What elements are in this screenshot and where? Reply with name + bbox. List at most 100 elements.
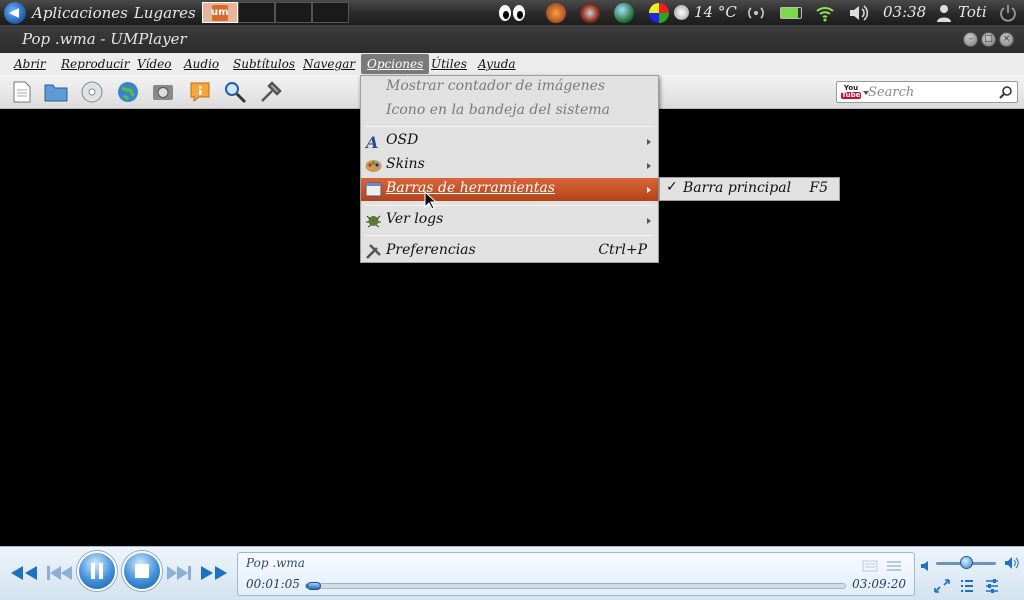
file-icon[interactable]: [10, 80, 34, 104]
menu-abrir[interactable]: Abrir: [14, 57, 46, 71]
opciones-dropdown: Mostrar contador de imágenes Icono en la…: [360, 75, 659, 263]
stop-icon: [135, 564, 149, 578]
menu-subtitulos[interactable]: Subtítulos: [233, 57, 295, 71]
menu-item-barras-herramientas[interactable]: Barras de herramientas: [361, 178, 658, 201]
menu-opciones[interactable]: Opciones: [361, 54, 430, 74]
menu-item-label: OSD: [386, 132, 419, 148]
stop-button[interactable]: [122, 551, 162, 591]
equalizer-icon[interactable]: [985, 578, 999, 597]
rewind-icon[interactable]: [10, 565, 38, 585]
window-title: Pop .wma - UMPlayer: [22, 30, 187, 48]
maximize-button[interactable]: □: [981, 32, 996, 47]
next-icon[interactable]: [166, 565, 192, 585]
volume-icon[interactable]: [848, 3, 869, 23]
clock[interactable]: 03:38: [883, 3, 926, 21]
equalizer-mini-icon[interactable]: [886, 557, 902, 576]
user-name[interactable]: Toti: [958, 3, 987, 21]
minimize-button[interactable]: –: [963, 32, 978, 47]
submenu-arrow-icon: [647, 163, 651, 169]
screenshot-icon[interactable]: [151, 80, 175, 104]
places-menu[interactable]: Lugares: [134, 4, 196, 22]
youtube-logo[interactable]: You Tube: [841, 85, 861, 100]
menu-separator: [365, 126, 654, 127]
menu-utiles[interactable]: Útiles: [431, 57, 467, 71]
mute-icon[interactable]: [920, 557, 930, 576]
menubar: Abrir Reproducir Vídeo Audio Subtítulos …: [0, 53, 1024, 75]
info-icon[interactable]: [188, 80, 212, 104]
menu-item-icono-bandeja[interactable]: Icono en la bandeja del sistema: [361, 100, 658, 123]
applications-menu[interactable]: Aplicaciones: [32, 4, 128, 22]
mouse-cursor-icon: [424, 190, 438, 215]
pause-button[interactable]: [77, 551, 117, 591]
volume-max-icon[interactable]: [1004, 555, 1020, 574]
menu-navegar[interactable]: Navegar: [303, 57, 355, 71]
menu-video[interactable]: Vídeo: [137, 57, 172, 71]
temperature[interactable]: 14 °C: [694, 3, 737, 21]
zoom-icon[interactable]: [223, 80, 247, 104]
volume-handle[interactable]: [960, 556, 973, 569]
svg-text:A: A: [365, 133, 378, 150]
menu-reproducir[interactable]: Reproducir: [61, 57, 129, 71]
previous-icon[interactable]: [46, 565, 72, 585]
window-titlebar[interactable]: Pop .wma - UMPlayer – □ ×: [0, 25, 1024, 53]
menu-audio[interactable]: Audio: [184, 57, 219, 71]
status-panel: Pop .wma 00:01:05 03:09:20: [237, 552, 915, 596]
eyes-icon[interactable]: [498, 3, 525, 23]
flame-applet-icon[interactable]: [546, 3, 566, 23]
barras-submenu: ✓ Barra principal F5: [659, 177, 840, 201]
weather-icon[interactable]: [674, 5, 689, 20]
submenu-item-barra-principal[interactable]: Barra principal: [683, 180, 791, 196]
workspace-3[interactable]: [274, 2, 312, 23]
seek-handle[interactable]: [307, 582, 322, 590]
umplayer-task-button[interactable]: um: [201, 2, 238, 23]
track-title: Pop .wma: [246, 556, 305, 570]
workspace-4[interactable]: [311, 2, 349, 23]
close-button[interactable]: ×: [999, 32, 1014, 47]
search-icon[interactable]: [999, 85, 1013, 104]
submenu-arrow-icon: [647, 187, 651, 193]
wireless-icon[interactable]: [746, 3, 766, 23]
menu-ayuda[interactable]: Ayuda: [478, 57, 516, 71]
menu-item-label: Skins: [386, 156, 425, 172]
submenu-arrow-icon: [647, 139, 651, 145]
menu-item-label: Icono en la bandeja del sistema: [386, 102, 610, 118]
menu-item-preferencias[interactable]: Preferencias Ctrl+P: [361, 240, 658, 263]
globe-icon[interactable]: [116, 80, 140, 104]
folder-icon[interactable]: [43, 80, 68, 104]
wifi-signal-icon[interactable]: [815, 3, 835, 23]
browser-icon[interactable]: [649, 3, 669, 23]
battery-icon[interactable]: [780, 7, 802, 19]
menu-item-ver-logs[interactable]: Ver logs: [361, 209, 658, 232]
submenu-arrow-icon: [647, 218, 651, 224]
search-input[interactable]: [868, 84, 996, 100]
menu-item-label: Barras de herramientas: [386, 180, 555, 196]
menu-item-osd[interactable]: A OSD: [361, 130, 658, 153]
network-globe-icon[interactable]: [614, 3, 634, 23]
check-icon: ✓: [666, 179, 678, 195]
toolbar-icon: [365, 181, 382, 198]
fast-forward-icon[interactable]: [200, 565, 228, 585]
preferences-icon[interactable]: [259, 80, 283, 104]
playlist-mini-icon[interactable]: [862, 557, 878, 576]
menu-item-shortcut: Ctrl+P: [598, 242, 647, 258]
seek-bar[interactable]: [305, 582, 846, 590]
bug-icon: [365, 212, 382, 229]
playlist-icon[interactable]: [960, 578, 974, 597]
tools-icon: [365, 243, 382, 260]
youtube-search[interactable]: You Tube: [836, 81, 1018, 103]
top-panel: Aplicaciones Lugares um 14 °C 03:38 Toti: [0, 0, 1024, 25]
user-icon[interactable]: [936, 3, 956, 23]
menu-item-mostrar-contador[interactable]: Mostrar contador de imágenes: [361, 76, 658, 99]
playback-control-bar: Pop .wma 00:01:05 03:09:20: [0, 546, 1024, 600]
menu-item-skins[interactable]: Skins: [361, 154, 658, 177]
umplayer-task-icon: um: [211, 4, 229, 21]
workspace-2[interactable]: [237, 2, 275, 23]
menu-separator: [365, 205, 654, 206]
time-current: 00:01:05: [246, 577, 300, 591]
applications-menu-icon[interactable]: [4, 1, 26, 24]
menu-separator: [365, 235, 654, 236]
disc-icon[interactable]: [80, 80, 104, 104]
shutdown-icon[interactable]: [998, 3, 1018, 23]
power-applet-icon[interactable]: [580, 3, 600, 23]
fullscreen-icon[interactable]: [934, 578, 950, 597]
